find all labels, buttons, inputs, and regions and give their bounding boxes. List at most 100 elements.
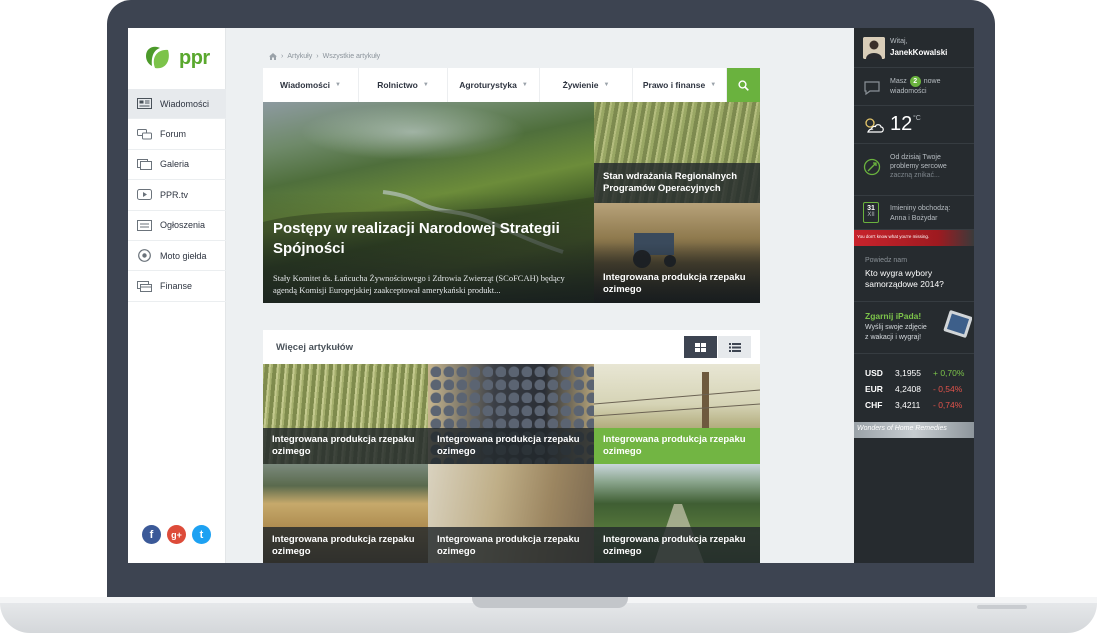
contest-title[interactable]: Zgarnij iPada! xyxy=(865,311,921,321)
calendar-month: XII xyxy=(867,212,875,218)
avatar[interactable] xyxy=(863,37,885,59)
breadcrumb: › Artykuły › Wszystkie artykuły xyxy=(269,53,380,60)
ad-banner-top[interactable]: You don't know what you're missing. xyxy=(854,230,974,246)
cards-icon xyxy=(136,280,152,292)
hero-description: Stały Komitet ds. Łańcucha Żywnościowego… xyxy=(273,273,565,295)
sidebar-item-label: Finanse xyxy=(160,281,193,292)
fx-code: EUR xyxy=(865,384,883,394)
ipad-contest-widget[interactable]: Zgarnij iPada! Wyślij swoje zdjęcie z wa… xyxy=(854,302,974,354)
calendar-day: 31 xyxy=(867,205,875,212)
board-icon xyxy=(136,219,152,231)
user-name[interactable]: JanekKowalski xyxy=(890,48,947,57)
sidebar-item-moto-gielda[interactable]: Moto giełda xyxy=(128,241,226,272)
grid-article-1[interactable]: Integrowana produkcja rzepaku ozimego xyxy=(263,364,428,464)
side-article-2[interactable]: Integrowana produkcja rzepaku ozimego xyxy=(594,203,760,303)
tab-wiadomosci[interactable]: Wiadomości ▼ xyxy=(263,68,359,102)
more-articles-header: Więcej artykułów xyxy=(263,330,760,364)
list-view-button[interactable] xyxy=(718,336,751,358)
fx-change-up: + 0,70% xyxy=(933,368,965,378)
sidebar-item-galeria[interactable]: Galeria xyxy=(128,150,226,181)
calendar-icon: 31 XII xyxy=(863,202,879,223)
sidebar-item-label: Forum xyxy=(160,129,187,140)
breadcrumb-item-current: Wszystkie artykuły xyxy=(322,53,381,60)
search-icon xyxy=(738,79,749,91)
grid-article-6-title[interactable]: Integrowana produkcja rzepaku ozimego xyxy=(603,534,753,558)
google-plus-icon[interactable]: g+ xyxy=(167,525,186,544)
side-article-1[interactable]: Stan wdrażania Regionalnych Programów Op… xyxy=(594,102,760,203)
social-links: f g+ t xyxy=(142,525,211,544)
more-articles-title: Więcej artykułów xyxy=(276,342,353,353)
tablet-icon xyxy=(943,310,972,338)
grid-view-button[interactable] xyxy=(684,336,717,358)
hero-title[interactable]: Postępy w realizacji Narodowej Strategii… xyxy=(273,219,573,259)
grid-article-3[interactable]: Integrowana produkcja rzepaku ozimego xyxy=(594,364,760,464)
sidebar-item-ogloszenia[interactable]: Ogłoszenia xyxy=(128,211,226,241)
laptop-notch xyxy=(472,597,628,608)
tab-label: Prawo i finanse xyxy=(642,80,706,90)
grid-icon xyxy=(695,342,706,352)
ad-banner-bottom[interactable]: Wonders of Home Remedies xyxy=(854,422,974,438)
sidebar-item-pprtv[interactable]: PPR.tv xyxy=(128,180,226,211)
fx-change-down: - 0,54% xyxy=(933,384,963,394)
grid-article-4[interactable]: Integrowana produkcja rzepaku ozimego xyxy=(263,464,428,563)
hero-article[interactable]: Postępy w realizacji Narodowej Strategii… xyxy=(263,102,594,303)
grid-article-6[interactable]: Integrowana produkcja rzepaku ozimego xyxy=(594,464,760,563)
grid-article-4-title[interactable]: Integrowana produkcja rzepaku ozimego xyxy=(272,534,422,558)
breadcrumb-item-artykuly[interactable]: Artykuły xyxy=(287,53,312,60)
chevron-down-icon: ▼ xyxy=(521,82,528,88)
sidebar-item-wiadomosci[interactable]: Wiadomości xyxy=(128,89,226,120)
message-bubble-icon xyxy=(864,81,880,95)
grid-article-1-title[interactable]: Integrowana produkcja rzepaku ozimego xyxy=(272,434,422,458)
messages-count-badge: 2 xyxy=(909,76,921,87)
poll-label: Powiedz nam xyxy=(865,257,908,264)
chat-bubbles-icon xyxy=(136,128,152,140)
grid-article-5-title[interactable]: Integrowana produkcja rzepaku ozimego xyxy=(437,534,587,558)
messages-line2: wiadomości xyxy=(890,88,927,95)
messages-suffix: nowe xyxy=(923,78,941,85)
tab-prawo-i-finanse[interactable]: Prawo i finanse ▼ xyxy=(633,68,727,102)
tab-label: Agroturystyka xyxy=(459,80,517,90)
wheel-icon xyxy=(136,249,152,263)
horoscope-line3: zaczną znikać... xyxy=(890,172,940,179)
fx-code: USD xyxy=(865,368,883,378)
ad-banner-text: You don't know what you're missing. xyxy=(857,234,930,239)
fx-value: 3,4211 xyxy=(895,400,921,410)
fx-row-eur: EUR 4,2408 - 0,54% xyxy=(865,384,965,394)
facebook-icon[interactable]: f xyxy=(142,525,161,544)
search-button[interactable] xyxy=(727,68,760,102)
poll-widget[interactable]: Powiedz nam Kto wygra wybory samorządowe… xyxy=(854,246,974,302)
gallery-icon xyxy=(136,158,152,170)
horoscope-widget[interactable]: Od dzisiaj Twoje problemy sercowe zaczną… xyxy=(854,144,974,196)
chevron-down-icon: ▼ xyxy=(335,82,341,88)
news-icon xyxy=(136,98,152,110)
messages-widget[interactable]: Masz 2 nowe wiadomości xyxy=(854,68,974,106)
grid-article-3-title[interactable]: Integrowana produkcja rzepaku ozimego xyxy=(603,434,753,458)
side-article-1-title[interactable]: Stan wdrażania Regionalnych Programów Op… xyxy=(603,171,753,195)
sidebar-item-label: Moto giełda xyxy=(160,250,207,261)
home-icon[interactable] xyxy=(269,53,277,60)
nameday-widget: 31 XII Imieniny obchodzą: Anna i Bożydar xyxy=(854,196,974,230)
side-article-2-title[interactable]: Integrowana produkcja rzepaku ozimego xyxy=(603,272,753,296)
user-box[interactable]: Witaj, JanekKowalski xyxy=(854,28,974,68)
grid-article-5[interactable]: Integrowana produkcja rzepaku ozimego xyxy=(428,464,594,563)
ppr-logo[interactable]: ppr xyxy=(142,42,214,76)
twitter-icon[interactable]: t xyxy=(192,525,211,544)
right-widget-panel: Witaj, JanekKowalski Masz 2 nowe wiadomo… xyxy=(854,28,974,563)
heart-sign-icon xyxy=(863,158,881,176)
tab-zywienie[interactable]: Żywienie ▼ xyxy=(540,68,633,102)
main-content: › Artykuły › Wszystkie artykuły Wiadomoś… xyxy=(226,28,949,563)
tab-label: Wiadomości xyxy=(280,80,331,90)
grid-article-2-title[interactable]: Integrowana produkcja rzepaku ozimego xyxy=(437,434,587,458)
grid-article-2[interactable]: Integrowana produkcja rzepaku ozimego xyxy=(428,364,594,464)
sidebar-item-forum[interactable]: Forum xyxy=(128,119,226,150)
tab-label: Rolnictwo xyxy=(377,80,418,90)
play-icon xyxy=(136,189,152,201)
tab-agroturystyka[interactable]: Agroturystyka ▼ xyxy=(448,68,540,102)
weather-temperature: 12 xyxy=(890,113,913,135)
poll-question[interactable]: Kto wygra wybory samorządowe 2014? xyxy=(865,268,965,290)
sidebar-item-finanse[interactable]: Finanse xyxy=(128,271,226,302)
tab-rolnictwo[interactable]: Rolnictwo ▼ xyxy=(359,68,448,102)
fx-value: 4,2408 xyxy=(895,384,921,394)
category-nav: Wiadomości ▼ Rolnictwo ▼ Agroturystyka ▼ Ży… xyxy=(263,68,760,102)
cloud-sun-icon xyxy=(865,118,884,133)
